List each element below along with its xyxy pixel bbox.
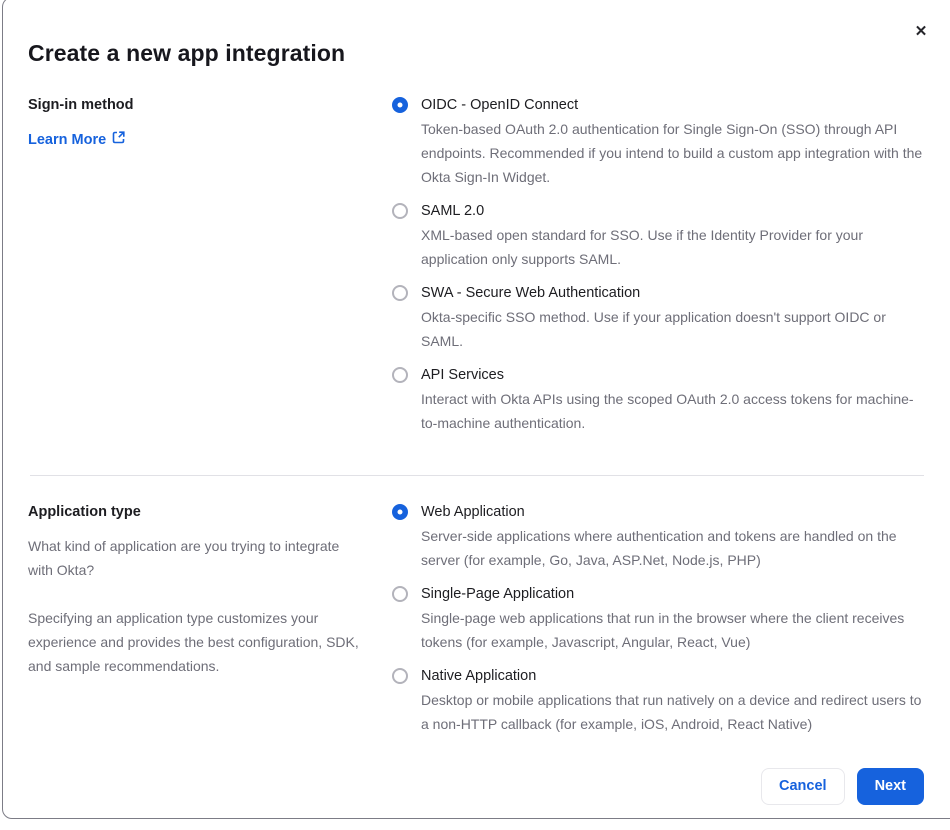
application-type-description-2: Specifying an application type customize… [28, 610, 359, 674]
learn-more-link[interactable]: Learn More [28, 127, 125, 152]
radio-button-single-page-application[interactable] [392, 586, 408, 602]
radio-option-description: Token-based OAuth 2.0 authentication for… [421, 121, 923, 185]
radio-option-single-page-application[interactable]: Single-Page Application Single-page web … [392, 582, 924, 654]
application-type-section: Application type What kind of applicatio… [28, 500, 924, 736]
radio-option-description: XML-based open standard for SSO. Use if … [421, 227, 863, 267]
signin-method-info: Sign-in method Learn More [28, 93, 364, 152]
learn-more-label: Learn More [28, 131, 107, 148]
radio-option-label: SWA - Secure Web Authentication [421, 285, 641, 301]
radio-option-label: SAML 2.0 [421, 203, 485, 219]
radio-option-label: OIDC - OpenID Connect [421, 97, 579, 113]
radio-option-description: Okta-specific SSO method. Use if your ap… [421, 309, 886, 349]
radio-button-api-services[interactable] [392, 367, 408, 383]
radio-option-label: Native Application [421, 668, 537, 684]
radio-button-oidc[interactable] [392, 97, 408, 113]
radio-option-description: Desktop or mobile applications that run … [421, 692, 922, 732]
radio-option-description: Server-side applications where authentic… [421, 528, 897, 568]
section-divider [30, 475, 924, 476]
application-type-options: Web Application Server-side applications… [392, 500, 924, 736]
radio-option-web-application[interactable]: Web Application Server-side applications… [392, 500, 924, 572]
radio-option-label: Web Application [421, 504, 525, 520]
application-type-label: Application type [28, 504, 141, 520]
dialog-title: Create a new app integration [28, 40, 346, 66]
radio-option-api-services[interactable]: API Services Interact with Okta APIs usi… [392, 363, 924, 435]
radio-option-oidc[interactable]: OIDC - OpenID Connect Token-based OAuth … [392, 93, 924, 189]
signin-method-options: OIDC - OpenID Connect Token-based OAuth … [392, 93, 924, 435]
external-link-icon [112, 128, 125, 152]
next-button[interactable]: Next [856, 768, 924, 805]
create-app-integration-dialog: ✕ Create a new app integration Sign-in m… [2, 0, 950, 819]
radio-option-native-application[interactable]: Native Application Desktop or mobile app… [392, 664, 924, 736]
signin-method-section: Sign-in method Learn More OIDC - OpenID … [28, 93, 924, 435]
application-type-info: Application type What kind of applicatio… [28, 500, 364, 678]
application-type-description-1: What kind of application are you trying … [28, 538, 340, 578]
radio-option-swa[interactable]: SWA - Secure Web Authentication Okta-spe… [392, 281, 924, 353]
radio-option-label: API Services [421, 367, 504, 383]
dialog-footer: Cancel Next [28, 768, 924, 805]
dialog-content: Create a new app integration Sign-in met… [3, 0, 924, 805]
radio-button-swa[interactable] [392, 285, 408, 301]
radio-option-saml[interactable]: SAML 2.0 XML-based open standard for SSO… [392, 199, 924, 271]
radio-option-description: Interact with Okta APIs using the scoped… [421, 391, 914, 431]
radio-button-saml[interactable] [392, 203, 408, 219]
radio-option-label: Single-Page Application [421, 586, 575, 602]
radio-option-description: Single-page web applications that run in… [421, 610, 905, 650]
cancel-button[interactable]: Cancel [761, 768, 845, 805]
radio-button-native-application[interactable] [392, 668, 408, 684]
radio-button-web-application[interactable] [392, 504, 408, 520]
signin-method-label: Sign-in method [28, 97, 134, 113]
